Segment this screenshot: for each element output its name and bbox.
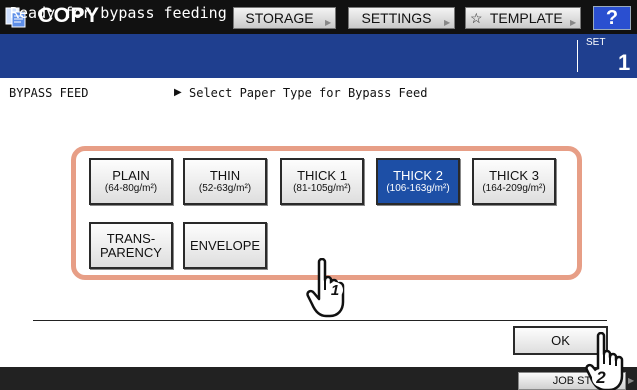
step-number-1: 1 (327, 282, 343, 299)
template-tab-label: TEMPLATE (489, 10, 563, 26)
thick1-paper-button[interactable]: THICK 1 (81-105g/m²) (280, 158, 364, 205)
breadcrumb-instruction: Select Paper Type for Bypass Feed (189, 86, 428, 100)
arrow-right-icon: ▶ (174, 87, 182, 98)
button-weight: (52-63g/m²) (198, 182, 252, 194)
chevron-right-icon: ▶ (628, 376, 635, 385)
storage-tab-label: STORAGE (245, 10, 314, 26)
step-number-2: 2 (592, 368, 610, 387)
thin-paper-button[interactable]: THIN (52-63g/m²) (183, 158, 267, 205)
divider (33, 320, 607, 321)
thick3-paper-button[interactable]: THICK 3 (164-209g/m²) (472, 158, 556, 205)
storage-tab-button[interactable]: STORAGE ▶ (233, 7, 336, 29)
button-weight: (81-105g/m²) (293, 182, 351, 194)
plain-paper-button[interactable]: PLAIN (64-80g/m²) (89, 158, 173, 205)
settings-tab-label: SETTINGS (361, 10, 432, 26)
status-message: Ready for bypass feeding (10, 4, 227, 22)
settings-tab-button[interactable]: SETTINGS ▶ (348, 7, 455, 29)
button-label: THICK 2 (393, 167, 443, 183)
set-label: SET (586, 37, 606, 48)
envelope-paper-button[interactable]: ENVELOPE (183, 222, 267, 269)
transparency-paper-button[interactable]: TRANS- PARENCY (89, 222, 173, 269)
breadcrumb-section: BYPASS FEED (9, 86, 89, 100)
chevron-right-icon: ▶ (444, 18, 451, 27)
button-weight: (106-163g/m²) (386, 182, 450, 194)
button-weight: (64-80g/m²) (104, 182, 158, 194)
thick2-paper-button[interactable]: THICK 2 (106-163g/m²) (376, 158, 460, 205)
status-bar (0, 34, 637, 78)
button-label: PLAIN (112, 167, 150, 183)
help-button[interactable]: ? (593, 6, 631, 30)
button-weight: (164-209g/m²) (482, 182, 546, 194)
set-count: 1 (618, 50, 631, 75)
chevron-right-icon: ▶ (570, 18, 577, 27)
set-divider (577, 40, 578, 72)
button-label: THIN (209, 167, 241, 183)
button-label: THICK 3 (489, 167, 539, 183)
chevron-right-icon: ▶ (325, 18, 332, 27)
button-label-line2: PARENCY (100, 244, 162, 260)
button-label: ENVELOPE (189, 237, 261, 253)
button-label-line1: TRANS- (106, 230, 156, 246)
template-tab-button[interactable]: ☆ TEMPLATE ▶ (465, 7, 581, 29)
star-icon: ☆ (470, 9, 483, 26)
button-label: THICK 1 (297, 167, 347, 183)
